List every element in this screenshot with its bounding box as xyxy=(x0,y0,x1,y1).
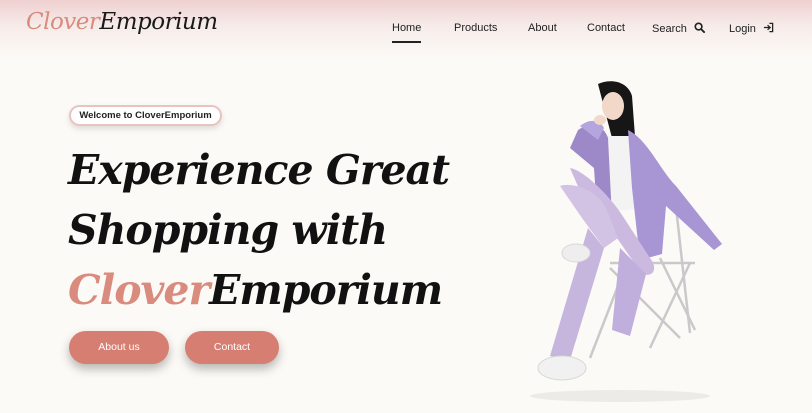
contact-button[interactable]: Contact xyxy=(185,331,279,364)
nav-products[interactable]: Products xyxy=(454,22,497,34)
main-nav: Home Products About Contact Search Login xyxy=(0,22,812,43)
hero-title-accent: Clover xyxy=(68,266,210,314)
hero-model-image xyxy=(530,81,722,402)
hero-title-line2: Shopping with xyxy=(68,206,388,254)
hero-title-line1: Experience Great xyxy=(68,146,450,194)
nav-contact[interactable]: Contact xyxy=(587,22,625,34)
hero-title: Experience Great Shopping with CloverEmp… xyxy=(68,140,468,320)
nav-search-label: Search xyxy=(652,23,687,35)
nav-login-label: Login xyxy=(729,23,756,35)
welcome-badge: Welcome to CloverEmporium xyxy=(69,105,222,126)
nav-about[interactable]: About xyxy=(528,22,557,34)
login-icon xyxy=(763,22,774,33)
nav-search[interactable]: Search xyxy=(652,22,705,35)
hero-title-line3: CloverEmporium xyxy=(68,260,468,320)
site-header: CloverEmporium Home Products About Conta… xyxy=(0,0,812,58)
nav-home[interactable]: Home xyxy=(392,22,422,43)
nav-login[interactable]: Login xyxy=(729,22,774,35)
hero-title-rest: Emporium xyxy=(209,266,443,314)
search-icon xyxy=(694,22,705,33)
about-us-button[interactable]: About us xyxy=(69,331,169,364)
